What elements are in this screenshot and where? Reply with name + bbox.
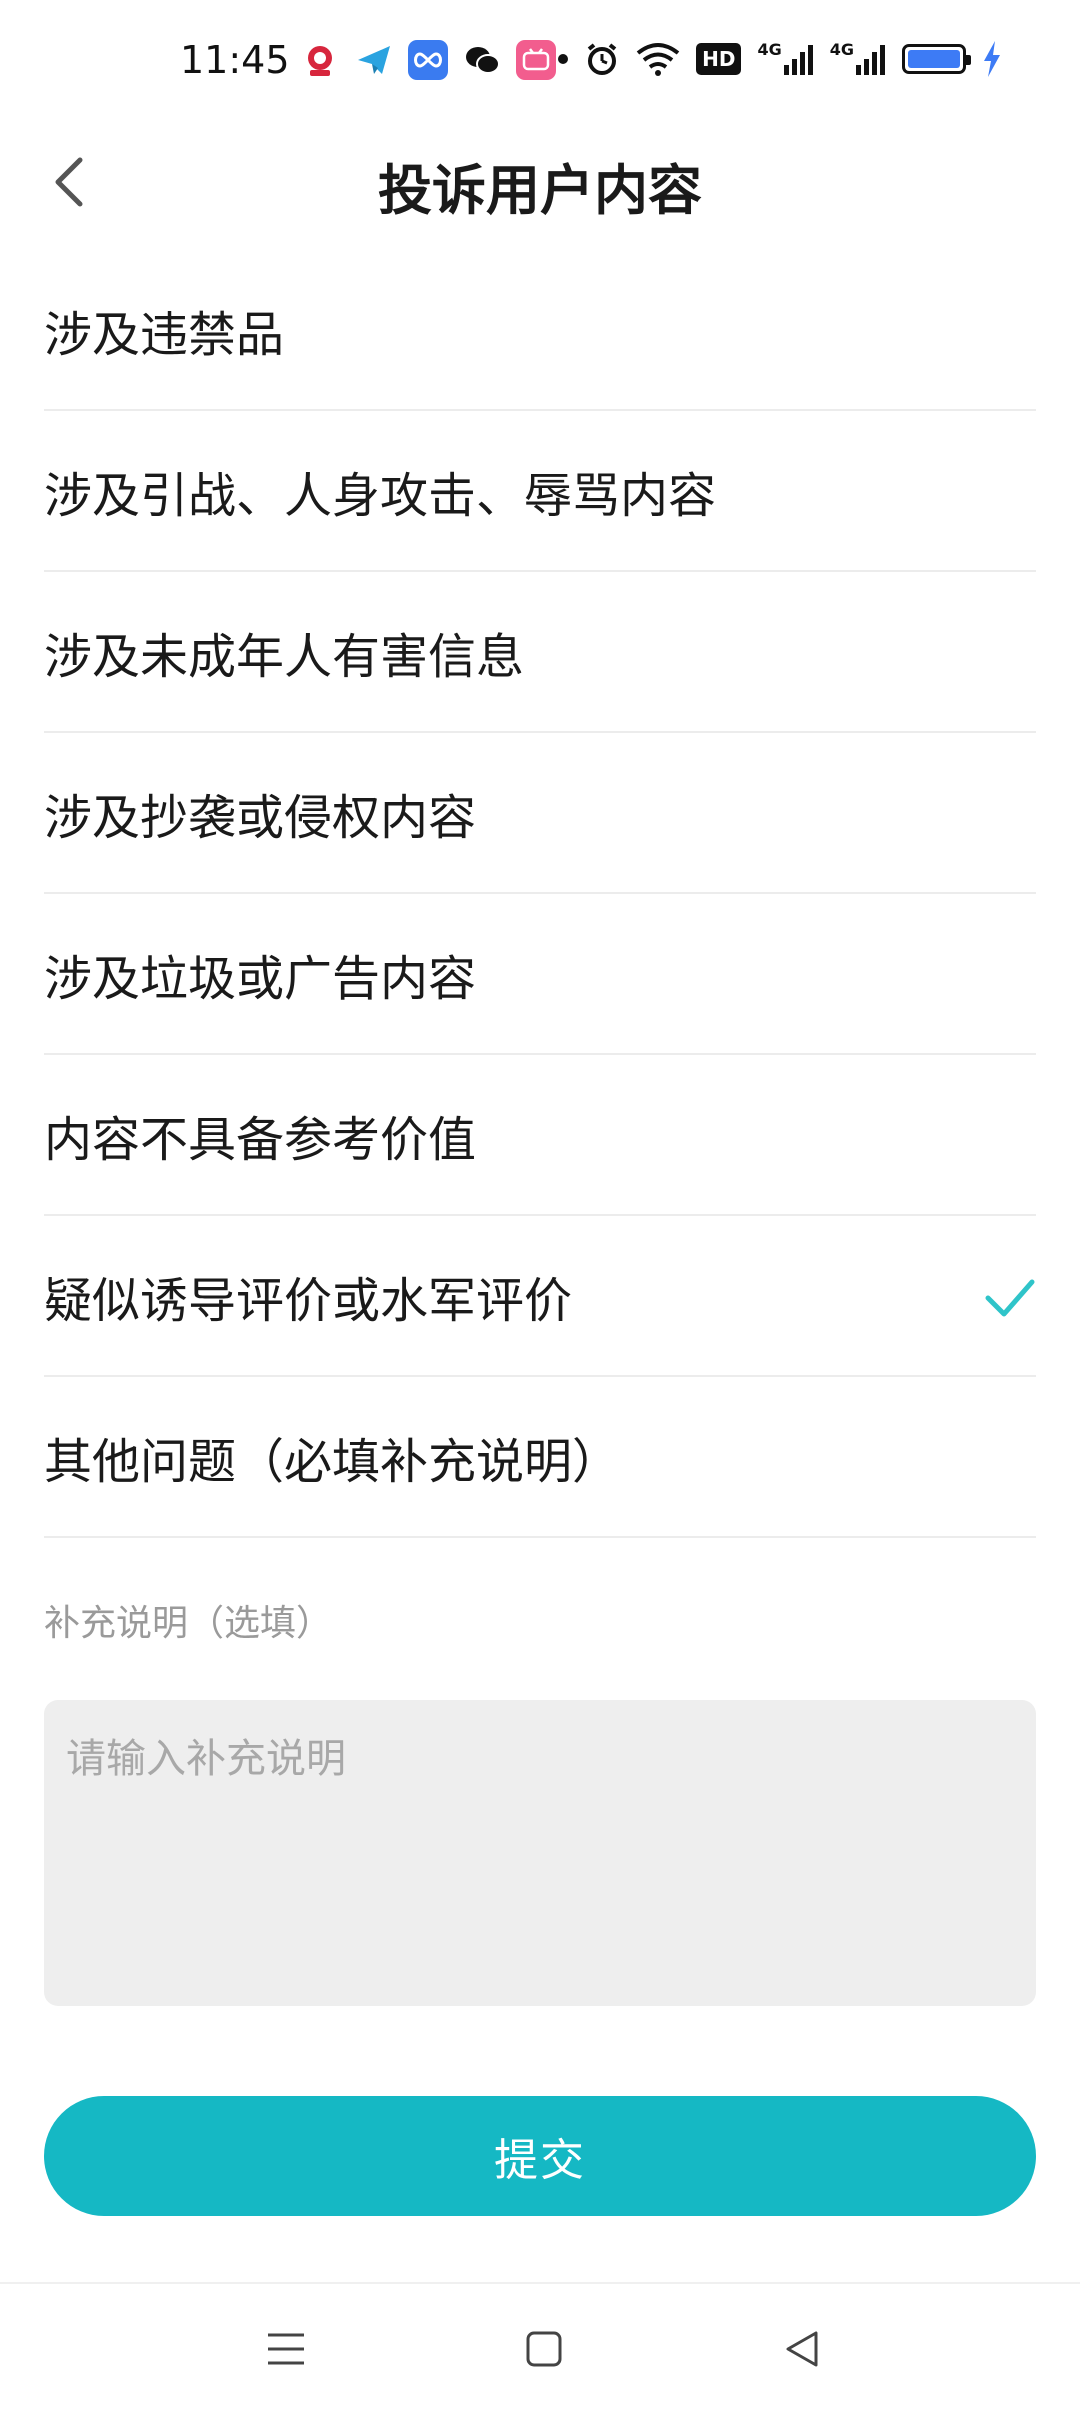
supplement-label: 补充说明（选填） <box>44 1603 333 1644</box>
reason-label: 涉及未成年人有害信息 <box>44 628 525 685</box>
charging-icon <box>982 40 1002 78</box>
reason-item[interactable]: 涉及违禁品 <box>44 250 1036 411</box>
header: 投诉用户内容 <box>0 126 1080 236</box>
check-icon <box>985 1279 1035 1317</box>
baidu-icon <box>300 40 340 80</box>
reason-item-selected[interactable]: 疑似诱导评价或水军评价 <box>44 1216 1036 1377</box>
nav-home-button[interactable] <box>514 2324 574 2374</box>
submit-button[interactable]: 提交 <box>44 2096 1036 2216</box>
status-time: 11:45 <box>180 38 290 82</box>
alarm-icon <box>584 40 620 78</box>
home-square-icon <box>526 2331 562 2367</box>
battery-level <box>908 50 960 68</box>
notification-dot-icon <box>558 54 569 64</box>
reason-item[interactable]: 其他问题（必填补充说明） <box>44 1377 1036 1538</box>
wifi-icon <box>636 40 680 78</box>
reason-item[interactable]: 涉及未成年人有害信息 <box>44 572 1036 733</box>
telegram-icon <box>354 40 394 80</box>
nav-back-button[interactable] <box>772 2324 832 2374</box>
status-bar: 11:45 HD 4G 4G <box>0 0 1080 126</box>
wechat-icon <box>462 40 502 80</box>
screen: 11:45 HD 4G 4G 投诉用户内容 涉及违禁品 涉及引战、人身攻击、辱骂… <box>0 0 1080 2412</box>
navigation-bar <box>0 2282 1080 2412</box>
reason-item[interactable]: 内容不具备参考价值 <box>44 1055 1036 1216</box>
reason-item[interactable]: 涉及引战、人身攻击、辱骂内容 <box>44 411 1036 572</box>
reason-list: 涉及违禁品 涉及引战、人身攻击、辱骂内容 涉及未成年人有害信息 涉及抄袭或侵权内… <box>44 250 1036 1538</box>
back-triangle-icon <box>786 2331 818 2367</box>
reason-label: 涉及抄袭或侵权内容 <box>44 789 477 846</box>
system-icons: HD 4G 4G <box>558 40 1002 78</box>
nav-menu-button[interactable] <box>256 2324 316 2374</box>
signal-icon: 4G <box>757 40 813 78</box>
reason-label: 疑似诱导评价或水军评价 <box>44 1272 573 1329</box>
hd-icon: HD <box>696 40 742 78</box>
reason-item[interactable]: 涉及抄袭或侵权内容 <box>44 733 1036 894</box>
reason-label: 涉及引战、人身攻击、辱骂内容 <box>44 467 717 524</box>
reason-label: 涉及违禁品 <box>44 306 285 363</box>
bilibili-icon <box>516 40 556 80</box>
reason-label: 其他问题（必填补充说明） <box>44 1433 621 1490</box>
supplement-input[interactable] <box>44 1700 1036 2006</box>
signal-icon-2: 4G <box>830 40 886 78</box>
menu-icon <box>268 2333 304 2365</box>
page-title: 投诉用户内容 <box>378 159 702 222</box>
battery-icon <box>902 44 971 74</box>
reason-label: 涉及垃圾或广告内容 <box>44 950 477 1007</box>
reason-label: 内容不具备参考价值 <box>44 1111 477 1168</box>
reason-item[interactable]: 涉及垃圾或广告内容 <box>44 894 1036 1055</box>
infinity-app-icon <box>408 40 448 80</box>
notification-icons <box>300 40 556 80</box>
